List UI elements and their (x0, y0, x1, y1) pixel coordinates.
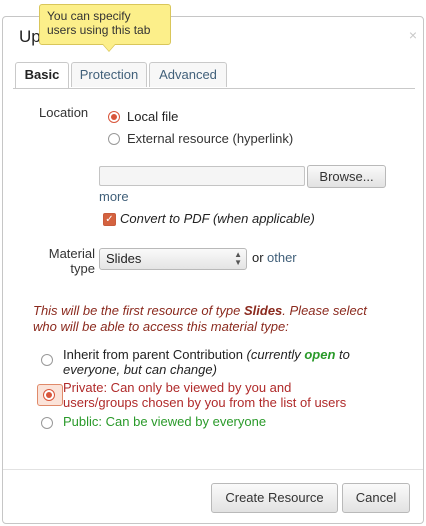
tooltip-arrow-inner (103, 44, 115, 51)
tab-basic[interactable]: Basic (15, 62, 69, 89)
tab-divider (13, 88, 415, 89)
inherit-status-open: open (304, 347, 336, 362)
first-resource-notice: This will be the first resource of type … (33, 303, 378, 335)
local-file-label: Local file (127, 109, 179, 124)
location-label: Location (39, 105, 89, 120)
other-material-link[interactable]: other (267, 250, 297, 265)
public-radio[interactable] (41, 417, 53, 429)
notice-prefix: This will be the first resource of type (33, 303, 244, 318)
more-link[interactable]: more (99, 189, 129, 204)
tab-protection[interactable]: Protection (71, 62, 147, 87)
private-radio[interactable] (43, 389, 55, 401)
file-path-input[interactable] (99, 166, 305, 186)
upload-dialog: Up × Basic Protection Advanced Location … (2, 16, 424, 524)
external-resource-label: External resource (hyperlink) (127, 131, 294, 146)
notice-material-type: Slides (243, 303, 283, 318)
tooltip-text: You can specify users using this tab (47, 9, 151, 37)
protection-tooltip: You can specify users using this tab (39, 4, 171, 52)
material-type-label: Material type (48, 246, 95, 276)
footer-divider (3, 469, 423, 470)
select-arrows-icon: ▲ ▼ (234, 250, 242, 267)
material-type-select[interactable]: Slides ▲ ▼ (99, 248, 247, 270)
create-resource-button[interactable]: Create Resource (211, 483, 338, 513)
inherit-label: Inherit from parent Contribution (curren… (63, 347, 363, 377)
inherit-radio[interactable] (41, 354, 53, 366)
inherit-note-prefix: (currently (246, 347, 305, 362)
cancel-button[interactable]: Cancel (342, 483, 410, 513)
external-resource-radio[interactable] (108, 133, 120, 145)
dialog-title: Up (19, 27, 41, 46)
convert-pdf-checkbox[interactable]: ✓ (103, 213, 116, 226)
browse-button[interactable]: Browse... (307, 165, 386, 188)
tab-advanced[interactable]: Advanced (149, 62, 227, 87)
convert-pdf-label: Convert to PDF (when applicable) (120, 211, 315, 226)
public-label: Public: Can be viewed by everyone (63, 414, 267, 429)
private-label: Private: Can only be viewed by you and u… (63, 380, 347, 410)
or-text: or (252, 250, 264, 265)
close-icon[interactable]: × (409, 27, 417, 43)
inherit-text: Inherit from parent Contribution (63, 347, 247, 362)
local-file-radio[interactable] (108, 111, 120, 123)
material-type-value: Slides (106, 251, 142, 266)
